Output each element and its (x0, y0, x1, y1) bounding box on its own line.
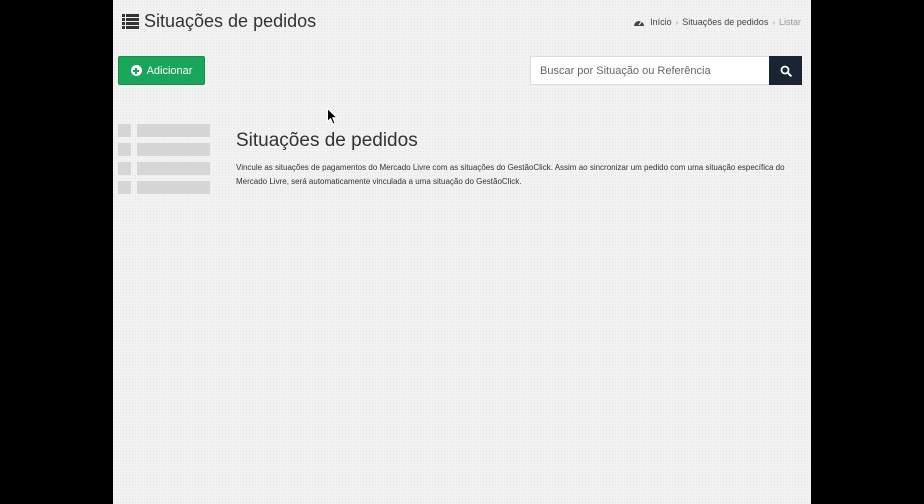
app-viewport: Situações de pedidos Início › Situações … (113, 0, 811, 504)
placeholder-bar (137, 124, 210, 137)
empty-state-illustration (118, 124, 210, 200)
search-icon (780, 65, 792, 77)
add-button[interactable]: Adicionar (118, 56, 205, 85)
plus-circle-icon (130, 65, 142, 76)
placeholder-square (118, 124, 131, 137)
placeholder-row (118, 181, 210, 194)
empty-state-title: Situações de pedidos (236, 130, 418, 151)
placeholder-square (118, 143, 131, 156)
breadcrumb: Início › Situações de pedidos › Listar (634, 17, 801, 27)
placeholder-bar (137, 181, 210, 194)
placeholder-bar (137, 162, 210, 175)
page-title: Situações de pedidos (122, 11, 316, 32)
search-box (530, 56, 802, 85)
page-header: Situações de pedidos Início › Situações … (113, 0, 811, 44)
breadcrumb-section-link[interactable]: Situações de pedidos (682, 17, 768, 27)
list-icon (122, 14, 139, 29)
placeholder-square (118, 181, 131, 194)
empty-state-description: Vincule as situações de pagamentos do Me… (236, 163, 785, 186)
placeholder-square (118, 162, 131, 175)
search-input[interactable] (530, 56, 769, 85)
breadcrumb-separator: › (772, 17, 775, 27)
placeholder-row (118, 143, 210, 156)
add-button-label: Adicionar (146, 64, 193, 77)
page-title-text: Situações de pedidos (144, 11, 317, 31)
mouse-cursor-icon (327, 108, 338, 125)
breadcrumb-home-link[interactable]: Início (650, 17, 672, 27)
dashboard-icon (634, 20, 645, 26)
placeholder-row (118, 162, 210, 175)
breadcrumb-current: Listar (778, 17, 801, 27)
empty-state: Situações de pedidos Vincule as situaçõe… (236, 130, 796, 189)
placeholder-row (118, 124, 210, 137)
breadcrumb-separator: › (675, 17, 679, 27)
placeholder-bar (137, 143, 210, 156)
search-button[interactable] (769, 56, 802, 85)
